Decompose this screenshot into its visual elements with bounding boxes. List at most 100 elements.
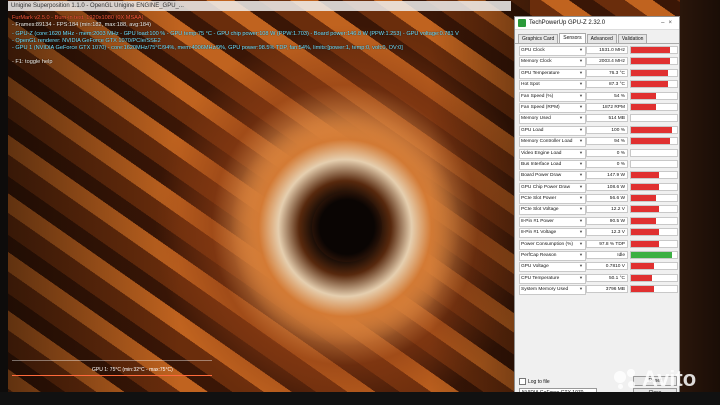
benchmark-window-title: Unigine Superposition 1.1.0 - OpenGL Uni… (8, 1, 511, 11)
chevron-down-icon[interactable]: ▼ (579, 93, 583, 99)
chevron-down-icon[interactable]: ▼ (579, 252, 583, 258)
sensor-value: 12.3 V (586, 228, 628, 237)
sensor-graph (630, 114, 678, 123)
sensor-name[interactable]: System Memory Used (519, 285, 586, 296)
sensor-graph (630, 137, 678, 146)
sensor-name[interactable]: Memory Clock (519, 57, 586, 68)
sensor-name[interactable]: Hot Spot (519, 80, 586, 91)
overlay-help-line: - F1: toggle help (12, 59, 53, 65)
overlay-gpuz-line: - GPU-Z (core:1620 MHz - mem:2003 MHz - … (12, 31, 459, 37)
sensor-graph (630, 171, 678, 180)
sensor-value: 100 % (586, 125, 628, 134)
log-to-file-checkbox[interactable]: Log to file (519, 378, 550, 385)
sensor-graph-fill (631, 81, 668, 88)
sensor-name[interactable]: 8-Pin #1 Voltage (519, 228, 586, 239)
sensor-name[interactable]: CPU Temperature (519, 273, 586, 284)
chevron-down-icon[interactable]: ▼ (579, 161, 583, 167)
sensor-graph (630, 194, 678, 203)
chevron-down-icon[interactable]: ▼ (579, 195, 583, 201)
sensor-graph (630, 205, 678, 214)
close-icon[interactable]: × (668, 20, 676, 26)
sensor-name[interactable]: Fan Speed (RPM) (519, 102, 586, 113)
chevron-down-icon[interactable]: ▼ (579, 275, 583, 281)
sensor-row: CPU Temperature ▼ 50.1 °C (517, 273, 679, 284)
sensor-row: PCIe Slot Voltage ▼ 12.2 V (517, 204, 679, 216)
tab-sensors[interactable]: Sensors (559, 33, 586, 43)
sensor-row: Power Consumption (%) ▼ 97.8 % TDP (517, 239, 679, 250)
checkbox-box[interactable] (519, 378, 526, 385)
sensor-name[interactable]: PCIe Slot Power (519, 194, 586, 205)
chevron-down-icon[interactable]: ▼ (579, 172, 583, 178)
chevron-down-icon[interactable]: ▼ (579, 127, 583, 133)
sensor-row: Video Engine Load ▼ 0 % (517, 148, 679, 159)
sensor-graph (630, 216, 678, 225)
chevron-down-icon[interactable]: ▼ (579, 286, 583, 292)
sensor-graph-fill (631, 274, 652, 281)
sensor-name[interactable]: GPU Voltage (519, 262, 586, 273)
chevron-down-icon[interactable]: ▼ (579, 104, 583, 110)
gpuz-titlebar[interactable]: TechPowerUp GPU-Z 2.32.0 –× (515, 17, 679, 30)
chevron-down-icon[interactable]: ▼ (579, 184, 583, 190)
chevron-down-icon[interactable]: ▼ (579, 115, 583, 121)
sensor-name[interactable]: 8-Pin #1 Power (519, 216, 586, 227)
sensor-name[interactable]: GPU Clock (519, 46, 586, 56)
sensor-graph-fill (631, 92, 657, 99)
sensor-value: 1531.0 MHz (586, 46, 628, 54)
sensor-graph (630, 285, 678, 294)
gpu-temp-graph-label: GPU 1: 75°C (min:32°C - max:75°C) (92, 367, 173, 373)
sensor-name[interactable]: Board Power Draw (519, 171, 586, 182)
tab-graphics-card[interactable]: Graphics Card (518, 34, 559, 43)
sensor-row: GPU Voltage ▼ 0.7810 V (517, 261, 679, 273)
monitor-bezel-left (0, 0, 8, 405)
chevron-down-icon[interactable]: ▼ (579, 218, 583, 224)
sensor-name[interactable]: GPU Chip Power Draw (519, 182, 586, 193)
tab-validation[interactable]: Validation (617, 34, 648, 43)
chevron-down-icon[interactable]: ▼ (579, 47, 583, 53)
sensor-value: 12.2 V (586, 205, 628, 214)
chevron-down-icon[interactable]: ▼ (579, 150, 583, 156)
sensor-name[interactable]: GPU Temperature (519, 68, 586, 79)
sensor-value: 0.7810 V (586, 262, 628, 271)
sensor-name[interactable]: Fan Speed (%) (519, 91, 586, 102)
chevron-down-icon[interactable]: ▼ (579, 138, 583, 144)
sensor-value: 0 % (586, 148, 628, 157)
sensor-name[interactable]: Power Consumption (%) (519, 239, 586, 250)
chevron-down-icon[interactable]: ▼ (579, 241, 583, 247)
chevron-down-icon[interactable]: ▼ (579, 58, 583, 64)
sensor-graph (630, 125, 678, 134)
sensor-name[interactable]: Memory Used (519, 114, 586, 125)
gpu-temp-graph-line (12, 375, 212, 376)
sensor-row: GPU Chip Power Draw ▼ 108.6 W (517, 182, 679, 193)
sensor-graph (630, 80, 678, 89)
sensor-graph-fill (631, 217, 657, 224)
sensor-name[interactable]: Bus Interface Load (519, 159, 586, 170)
chevron-down-icon[interactable]: ▼ (579, 206, 583, 212)
sensor-graph-fill (631, 172, 659, 179)
sensor-graph-fill (631, 58, 671, 65)
sensor-graph-fill (631, 138, 671, 145)
sensor-graph-fill (631, 252, 673, 259)
tab-advanced[interactable]: Advanced (586, 34, 617, 43)
overlay-gpu-line: - GPU 1 (NVIDIA GeForce GTX 1070) - core… (12, 45, 403, 51)
sensor-name[interactable]: Video Engine Load (519, 148, 586, 159)
sensor-row: Fan Speed (RPM) ▼ 1872 RPM (517, 102, 679, 113)
sensor-name[interactable]: GPU Load (519, 125, 586, 136)
sensor-name[interactable]: PerfCap Reason (519, 251, 586, 262)
sensor-name[interactable]: Memory Controller Load (519, 137, 586, 148)
chevron-down-icon[interactable]: ▼ (579, 263, 583, 269)
sensor-row: PCIe Slot Power ▼ 56.6 W (517, 193, 679, 205)
sensor-value: 108.6 W (586, 182, 628, 191)
window-controls[interactable]: –× (661, 17, 676, 29)
chevron-down-icon[interactable]: ▼ (579, 70, 583, 76)
chevron-down-icon[interactable]: ▼ (579, 229, 583, 235)
sensor-graph-fill (631, 206, 659, 213)
sensor-name[interactable]: PCIe Slot Voltage (519, 205, 586, 216)
avito-logo-icon (614, 369, 640, 391)
sensor-graph-fill (631, 263, 654, 270)
sensor-row: Bus Interface Load ▼ 0 % (517, 159, 679, 170)
sensor-graph (630, 239, 678, 248)
chevron-down-icon[interactable]: ▼ (579, 81, 583, 87)
sensor-graph (630, 159, 678, 168)
background-right-strip (680, 0, 720, 392)
sensor-row: GPU Clock ▼ 1531.0 MHz (517, 45, 679, 56)
